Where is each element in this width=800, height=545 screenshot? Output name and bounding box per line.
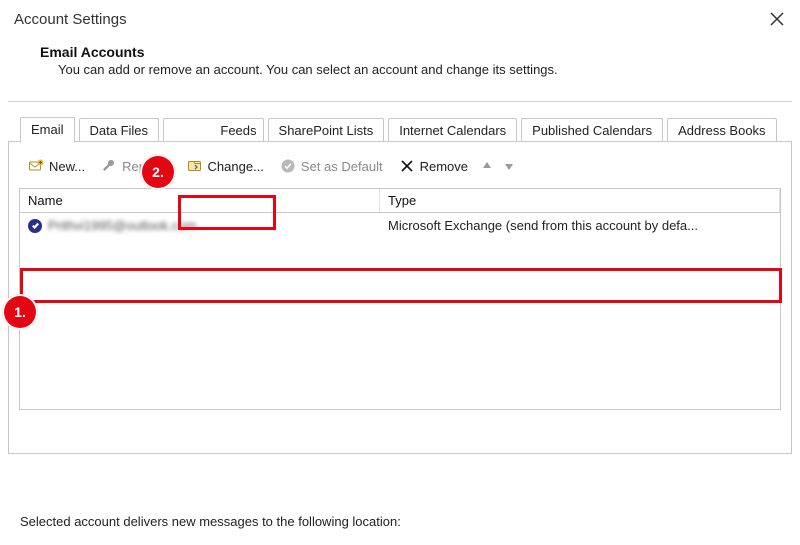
intro-heading: Email Accounts [40, 44, 780, 60]
tab-email[interactable]: Email [20, 117, 75, 143]
remove-button[interactable]: Remove [392, 154, 475, 178]
tab-internet-calendars[interactable]: Internet Calendars [388, 118, 517, 143]
move-up-button [477, 156, 497, 176]
repair-button: Repair... [94, 154, 177, 178]
check-circle-icon [280, 158, 296, 174]
new-mail-icon [28, 158, 44, 174]
remove-x-icon [399, 158, 415, 174]
tabstrip: Email Data Files RSS FeedsFeeds SharePoi… [0, 102, 800, 142]
accounts-list: Name Type Prithvi1995@outlook.com Micros… [19, 188, 781, 410]
account-row[interactable]: Prithvi1995@outlook.com Microsoft Exchan… [20, 213, 780, 238]
new-button[interactable]: New... [21, 154, 92, 178]
wrench-icon [101, 158, 117, 174]
account-settings-window: Account Settings Email Accounts You can … [0, 0, 800, 545]
intro-subtext: You can add or remove an account. You ca… [58, 62, 780, 77]
close-button[interactable] [768, 10, 786, 28]
default-account-icon [28, 219, 42, 233]
account-name: Prithvi1995@outlook.com [48, 218, 196, 233]
toolbar: New... Repair... Change... Set as Defaul… [19, 152, 781, 188]
tab-baseline [8, 141, 792, 142]
titlebar: Account Settings [0, 0, 800, 34]
intro-block: Email Accounts You can add or remove an … [0, 34, 800, 101]
tab-rss-feeds[interactable]: RSS FeedsFeeds [163, 118, 263, 143]
tab-published-calendars[interactable]: Published Calendars [521, 118, 663, 143]
arrow-down-icon [503, 160, 515, 172]
tab-address-books[interactable]: Address Books [667, 118, 776, 143]
change-folder-icon [187, 158, 203, 174]
account-type-cell: Microsoft Exchange (send from this accou… [380, 216, 780, 235]
list-header: Name Type [20, 189, 780, 213]
tab-data-files[interactable]: Data Files [79, 118, 160, 143]
move-down-button [499, 156, 519, 176]
tab-sharepoint-lists[interactable]: SharePoint Lists [268, 118, 385, 143]
account-name-cell: Prithvi1995@outlook.com [20, 216, 380, 235]
arrow-up-icon [481, 160, 493, 172]
tab-panel-email: New... Repair... Change... Set as Defaul… [8, 142, 792, 454]
col-header-type[interactable]: Type [380, 189, 780, 212]
footer-text: Selected account delivers new messages t… [20, 514, 401, 529]
window-title: Account Settings [14, 11, 127, 28]
close-icon [770, 12, 784, 26]
change-button[interactable]: Change... [180, 154, 271, 178]
col-header-name[interactable]: Name [20, 189, 380, 212]
set-default-button: Set as Default [273, 154, 390, 178]
